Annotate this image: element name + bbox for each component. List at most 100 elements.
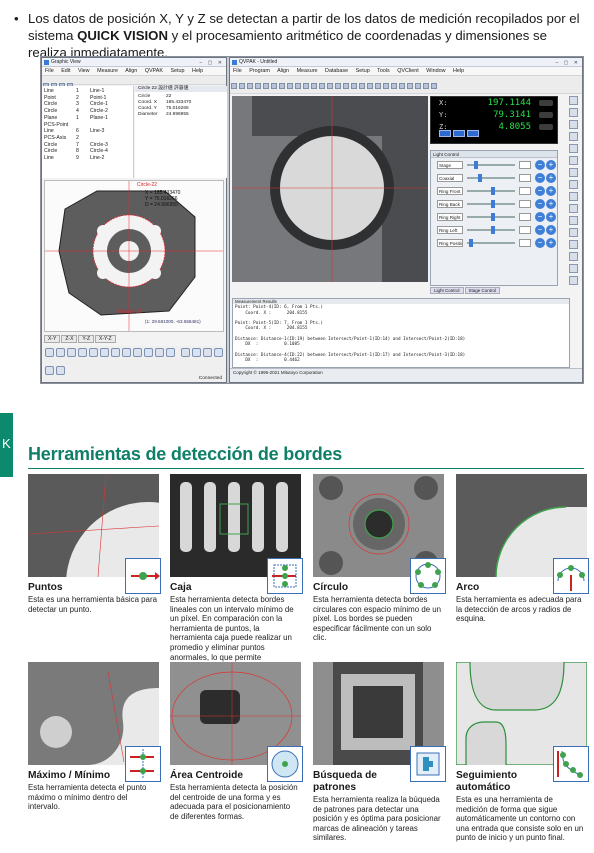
tab-stage-control[interactable]: Stage Control	[464, 287, 501, 294]
dro-button[interactable]	[467, 130, 479, 137]
tool-icon[interactable]	[181, 348, 191, 357]
minus-button[interactable]: −	[535, 186, 545, 196]
menu-view[interactable]: View	[78, 68, 90, 74]
menu-window[interactable]: Window	[426, 68, 445, 74]
tool-icon[interactable]	[383, 83, 389, 89]
plus-button[interactable]: +	[546, 225, 556, 235]
tool-icon[interactable]	[263, 83, 269, 89]
menu-help[interactable]: Help	[192, 68, 203, 74]
tool-icon[interactable]	[311, 83, 317, 89]
minus-button[interactable]: −	[535, 225, 545, 235]
plus-button[interactable]: +	[546, 173, 556, 183]
tool-icon[interactable]	[569, 156, 578, 165]
plus-button[interactable]: +	[546, 212, 556, 222]
light-slider[interactable]	[478, 174, 482, 182]
list-item[interactable]: Point 2 Point-1	[44, 95, 131, 102]
tool-icon[interactable]	[569, 264, 578, 273]
light-slider[interactable]	[491, 213, 496, 221]
list-item[interactable]: Circle 3 Circle-1	[44, 101, 131, 108]
tool-icon[interactable]	[255, 83, 261, 89]
plus-button[interactable]: +	[546, 199, 556, 209]
menu-tools[interactable]: Tools	[377, 68, 390, 74]
minus-button[interactable]: −	[535, 199, 545, 209]
dro-button[interactable]	[439, 130, 451, 137]
tool-icon[interactable]	[295, 83, 301, 89]
minus-button[interactable]: −	[535, 238, 545, 248]
tool-icon[interactable]	[399, 83, 405, 89]
minus-button[interactable]: −	[535, 173, 545, 183]
tab-xy[interactable]: X-Y	[44, 335, 61, 343]
light-slider[interactable]	[473, 161, 478, 169]
tool-icon[interactable]	[569, 216, 578, 225]
plus-button[interactable]: +	[546, 238, 556, 248]
tool-icon[interactable]	[100, 348, 109, 357]
tool-icon[interactable]	[45, 366, 54, 375]
tool-icon[interactable]	[144, 348, 153, 357]
list-item[interactable]: Circle 7 Circle-3	[44, 142, 131, 149]
menu-file[interactable]: File	[233, 68, 242, 74]
list-item[interactable]: Line 6 Line-3	[44, 128, 131, 135]
tool-icon[interactable]	[67, 348, 76, 357]
tool-icon[interactable]	[351, 83, 357, 89]
tool-icon[interactable]	[431, 83, 437, 89]
tool-icon[interactable]	[111, 348, 120, 357]
tool-icon[interactable]	[569, 192, 578, 201]
tool-icon[interactable]	[45, 348, 54, 357]
tool-icon[interactable]	[231, 83, 237, 89]
tool-icon[interactable]	[569, 180, 578, 189]
menu-align[interactable]: Align	[277, 68, 289, 74]
menu-align[interactable]: Align	[125, 68, 137, 74]
tool-icon[interactable]	[569, 276, 578, 285]
plus-button[interactable]: +	[546, 160, 556, 170]
list-item[interactable]: Circle 4 Circle-2	[44, 108, 131, 115]
tool-icon[interactable]	[203, 348, 213, 357]
menu-setup[interactable]: Setup	[356, 68, 370, 74]
tool-icon[interactable]	[391, 83, 397, 89]
tool-icon[interactable]	[569, 108, 578, 117]
menu-database[interactable]: Database	[325, 68, 348, 74]
tool-icon[interactable]	[78, 348, 87, 357]
tool-icon[interactable]	[569, 228, 578, 237]
minus-button[interactable]: −	[535, 212, 545, 222]
list-item[interactable]: Plane 1 Plane-1	[44, 115, 131, 122]
window-controls[interactable]: – ▢ ✕	[556, 59, 580, 68]
window-controls[interactable]: – ▢ ✕	[200, 59, 224, 68]
tool-icon[interactable]	[247, 83, 253, 89]
menu-program[interactable]: Program	[249, 68, 270, 74]
tool-icon[interactable]	[569, 96, 578, 105]
tool-icon[interactable]	[319, 83, 325, 89]
tool-icon[interactable]	[133, 348, 142, 357]
tool-icon[interactable]	[569, 252, 578, 261]
tool-icon[interactable]	[192, 348, 202, 357]
tool-icon[interactable]	[407, 83, 413, 89]
tab-zx[interactable]: Z-X	[61, 335, 78, 343]
tool-icon[interactable]	[214, 348, 224, 357]
tool-icon[interactable]	[375, 83, 381, 89]
tool-icon[interactable]	[367, 83, 373, 89]
tool-icon[interactable]	[569, 132, 578, 141]
tool-icon[interactable]	[303, 83, 309, 89]
plus-button[interactable]: +	[546, 186, 556, 196]
menu-measure[interactable]: Measure	[297, 68, 318, 74]
tool-icon[interactable]	[89, 348, 98, 357]
minus-button[interactable]: −	[535, 160, 545, 170]
menu-file[interactable]: File	[45, 68, 54, 74]
menu-help[interactable]: Help	[453, 68, 464, 74]
list-item[interactable]: Line 1 Line-1	[44, 88, 131, 95]
tool-icon[interactable]	[569, 144, 578, 153]
tool-icon[interactable]	[239, 83, 245, 89]
tool-icon[interactable]	[343, 83, 349, 89]
light-slider[interactable]	[491, 226, 496, 234]
list-item[interactable]: Circle 8 Circle-4	[44, 148, 131, 155]
tool-icon[interactable]	[327, 83, 333, 89]
list-item[interactable]: PCS-Axis 2	[44, 135, 131, 142]
camera-video-view[interactable]	[232, 96, 428, 282]
tab-light-control[interactable]: Light Control	[430, 287, 464, 294]
tool-icon[interactable]	[122, 348, 131, 357]
menu-setup[interactable]: Setup	[170, 68, 184, 74]
tool-icon[interactable]	[569, 120, 578, 129]
tab-xyz[interactable]: X-Y-Z	[95, 335, 116, 343]
list-item[interactable]: Line 9 Line-2	[44, 155, 131, 162]
tool-icon[interactable]	[569, 204, 578, 213]
tool-icon[interactable]	[155, 348, 164, 357]
